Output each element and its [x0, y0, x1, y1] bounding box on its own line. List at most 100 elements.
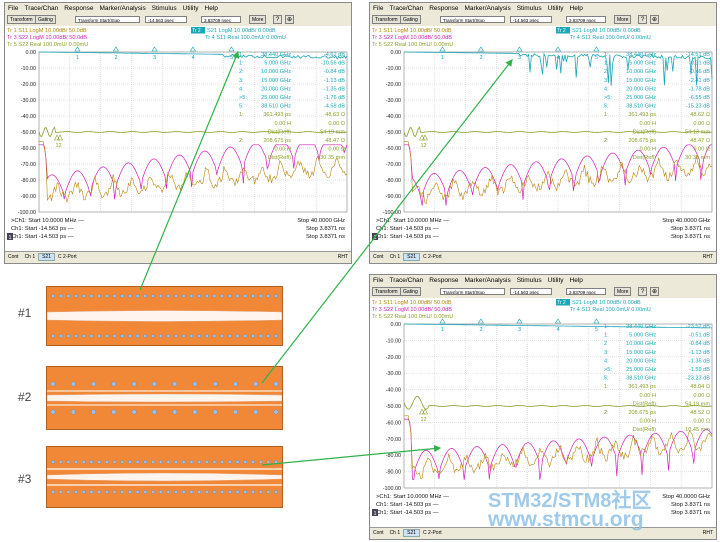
more-button[interactable]: More: [614, 15, 632, 24]
help-icon[interactable]: ?: [273, 15, 282, 24]
marker-readout-position: 25.000 GHz: [626, 95, 656, 101]
freq-marker-5[interactable]: [593, 318, 600, 324]
trace-header-2[interactable]: Tr 5 S22 Real 100.0mU/ 0.00mU: [7, 42, 88, 48]
freq-marker-4[interactable]: [554, 46, 562, 52]
gating-button[interactable]: Gating: [400, 15, 421, 24]
pcb-label-1: #1: [18, 306, 32, 320]
trace-header-2[interactable]: Tr 5 S22 Real 100.0mU/ 0.00mU: [372, 42, 453, 48]
menu-help[interactable]: Help: [567, 5, 586, 12]
transform-mode-select[interactable]: Transform Start/Stop: [75, 16, 140, 23]
menu-trace[interactable]: Trace/Chan: [21, 5, 61, 12]
freq-marker-3[interactable]: [516, 318, 523, 324]
menu-bar: File Trace/Chan Response Marker/Analysis Sti…: [370, 275, 716, 286]
help-icon[interactable]: ?: [638, 15, 647, 24]
freq-marker-4[interactable]: [554, 318, 562, 324]
transform-button[interactable]: Transform: [372, 15, 401, 24]
menu-trace[interactable]: Trace/Chan: [386, 277, 426, 284]
plot-area[interactable]: Tr 1 S11 LogM 10.00dB/ 50.0dB Tr 3 S22 Lo…: [370, 26, 716, 252]
trace-header-3[interactable]: Tr 4 S11 Real 100.0mU/ 0.00mU: [205, 35, 286, 41]
via: [91, 381, 96, 387]
start-time-input[interactable]: -14.563 psec: [510, 288, 552, 295]
gating-button[interactable]: Gating: [400, 287, 421, 296]
trace-header-0[interactable]: Tr 1 S11 LogM 10.00dB/ 50.0dB: [7, 28, 87, 34]
start-time-input[interactable]: -14.563 psec: [510, 16, 552, 23]
via: [174, 294, 178, 298]
freq-marker-3[interactable]: [516, 46, 523, 52]
menu-utility[interactable]: Utility: [545, 5, 567, 12]
menu-marker[interactable]: Marker/Analysis: [461, 277, 513, 284]
menu-response[interactable]: Response: [61, 5, 96, 12]
trace-header-1[interactable]: Tr 3 S22 LogM 10.00dB/ 50.0dB: [372, 307, 452, 313]
freq-marker-4[interactable]: [189, 46, 197, 52]
trace-header-2[interactable]: Tr 5 S22 Real 100.0mU/ 0.00mU: [372, 314, 453, 320]
menu-file[interactable]: File: [370, 277, 386, 284]
menu-marker[interactable]: Marker/Analysis: [96, 5, 148, 12]
status-measurement[interactable]: S21: [38, 253, 56, 261]
gating-button[interactable]: Gating: [35, 15, 56, 24]
menu-stimulus[interactable]: Stimulus: [514, 5, 545, 12]
menu-utility[interactable]: Utility: [545, 277, 567, 284]
trace-header-1[interactable]: Tr 3 S22 LogM 10.00dB/ 50.0dB: [372, 35, 452, 41]
pin-icon[interactable]: ⊕: [285, 15, 294, 24]
start-time-input[interactable]: -14.563 psec: [145, 16, 187, 23]
trace-header-s21[interactable]: S21 LogM 10.00dB/ 0.00dB: [572, 300, 641, 306]
via: [120, 460, 125, 464]
footer-start: Ch1: Start -14.563 ps —: [11, 226, 74, 232]
marker-readout-id: >5:: [239, 95, 247, 101]
transform-button[interactable]: Transform: [372, 287, 401, 296]
trace-header-0[interactable]: Tr 1 S11 LogM 10.00dB/ 50.0dB: [372, 300, 452, 306]
menu-stimulus[interactable]: Stimulus: [149, 5, 180, 12]
more-button[interactable]: More: [614, 287, 632, 296]
trace-header-3[interactable]: Tr 4 S11 Real 100.0mU/ 0.00mU: [570, 35, 651, 41]
menu-stimulus[interactable]: Stimulus: [514, 277, 545, 284]
status-measurement[interactable]: S21: [403, 529, 421, 537]
stop-time-input[interactable]: 3.83709 nsec: [201, 16, 241, 23]
menu-file[interactable]: File: [370, 5, 386, 12]
menu-utility[interactable]: Utility: [180, 5, 202, 12]
freq-marker-2[interactable]: [477, 46, 484, 52]
trace-header-3[interactable]: Tr 4 S11 Real 100.0mU/ 0.00mU: [570, 307, 651, 313]
via: [97, 294, 101, 298]
help-icon[interactable]: ?: [638, 287, 647, 296]
menu-help[interactable]: Help: [202, 5, 221, 12]
y-tick-label: -100.00: [383, 210, 401, 216]
y-tick-label: -60.00: [386, 420, 401, 426]
transform-mode-select[interactable]: Transform Start/Stop: [440, 288, 505, 295]
menu-marker[interactable]: Marker/Analysis: [461, 5, 513, 12]
via: [204, 334, 209, 338]
trace-header-0[interactable]: Tr 1 S11 LogM 10.00dB/ 50.0dB: [372, 28, 452, 34]
marker-readout-position: 38.440 GHz: [626, 52, 656, 58]
y-tick-label: -50.00: [21, 130, 36, 136]
freq-marker-5[interactable]: [228, 46, 235, 52]
pin-icon[interactable]: ⊕: [650, 287, 659, 296]
active-trace-label: Tr 2: [192, 28, 201, 34]
stop-time-input[interactable]: 3.83709 nsec: [566, 16, 606, 23]
active-trace-label: Tr 2: [557, 300, 566, 306]
freq-marker-5[interactable]: [593, 46, 600, 52]
marker-readout-position: 38.510 GHz: [626, 376, 656, 382]
plot-area[interactable]: Tr 1 S11 LogM 10.00dB/ 50.0dB Tr 3 S22 Lo…: [5, 26, 351, 252]
marker-readout-value: -1.13 dB: [324, 78, 345, 84]
via: [212, 294, 217, 298]
menu-file[interactable]: File: [5, 5, 21, 12]
via: [253, 409, 259, 415]
menu-trace[interactable]: Trace/Chan: [386, 5, 426, 12]
transform-mode-select[interactable]: Transform Start/Stop: [440, 16, 505, 23]
pin-icon[interactable]: ⊕: [650, 15, 659, 24]
marker-readout-value: -0.84 dB: [689, 341, 710, 347]
more-button[interactable]: More: [249, 15, 267, 24]
menu-response[interactable]: Response: [426, 5, 461, 12]
marker-readout-value: -1.59 dB: [689, 367, 710, 373]
trace-header-1[interactable]: Tr 3 S22 LogM 10.00dB/ 50.0dB: [7, 35, 87, 41]
footer-stop: Stop 3.8371 ns: [306, 226, 345, 232]
stop-time-input[interactable]: 3.83709 nsec: [566, 288, 606, 295]
menu-help[interactable]: Help: [567, 277, 586, 284]
freq-marker-2[interactable]: [112, 46, 119, 52]
freq-marker-2[interactable]: [477, 318, 484, 324]
menu-response[interactable]: Response: [426, 277, 461, 284]
trace-header-s21[interactable]: S21 LogM 10.00dB/ 0.00dB: [207, 28, 276, 34]
transform-button[interactable]: Transform: [7, 15, 36, 24]
trace-header-s21[interactable]: S21 LogM 10.00dB/ 0.00dB: [572, 28, 641, 34]
freq-marker-3[interactable]: [151, 46, 158, 52]
status-measurement[interactable]: S21: [403, 253, 421, 261]
